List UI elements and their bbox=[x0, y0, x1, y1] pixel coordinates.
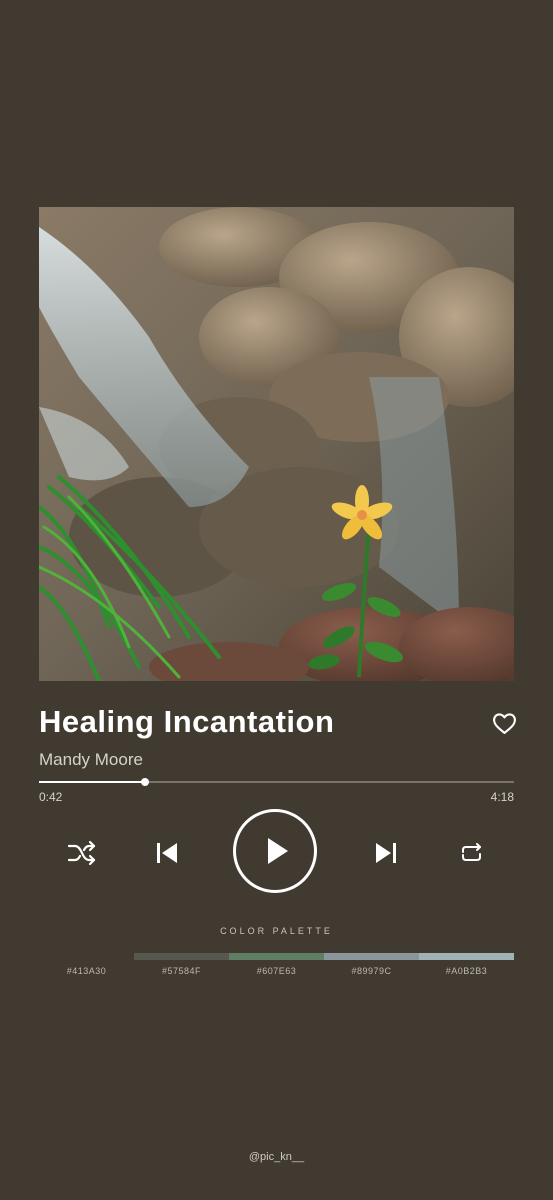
palette-hex-label: #413A30 bbox=[66, 966, 107, 976]
palette-hex-label: #57584F bbox=[161, 966, 202, 976]
palette-swatch bbox=[229, 953, 324, 960]
repeat-button[interactable] bbox=[458, 840, 484, 866]
shuffle-icon bbox=[67, 840, 96, 866]
play-button[interactable] bbox=[233, 809, 317, 893]
previous-button[interactable] bbox=[155, 841, 179, 865]
palette-hex-label: #A0B2B3 bbox=[445, 966, 488, 976]
artwork-image bbox=[39, 207, 514, 681]
progress-bar[interactable] bbox=[39, 776, 514, 788]
album-artwork bbox=[39, 207, 514, 681]
palette-swatch bbox=[134, 953, 229, 960]
shuffle-button[interactable] bbox=[67, 840, 97, 866]
palette-swatch bbox=[324, 953, 419, 960]
heart-icon[interactable] bbox=[492, 712, 517, 735]
repeat-icon bbox=[462, 843, 481, 861]
progress-knob[interactable] bbox=[141, 778, 150, 786]
skip-next-icon bbox=[376, 843, 396, 863]
track-title: Healing Incantation bbox=[39, 704, 335, 739]
palette-hex-label: #607E63 bbox=[256, 966, 297, 976]
track-artist: Mandy Moore bbox=[39, 750, 143, 769]
palette-title: COLOR PALETTE bbox=[220, 926, 333, 936]
palette-hex-label: #89979C bbox=[351, 966, 392, 976]
next-button[interactable] bbox=[374, 841, 398, 865]
credit-handle: @pic_kn__ bbox=[248, 1151, 305, 1163]
palette-swatch bbox=[39, 953, 134, 960]
play-icon bbox=[268, 838, 288, 864]
elapsed-time: 0:42 bbox=[39, 790, 63, 804]
palette-swatch bbox=[419, 953, 514, 960]
skip-previous-icon bbox=[157, 843, 177, 863]
progress-fill bbox=[39, 781, 146, 783]
total-time: 4:18 bbox=[490, 790, 514, 804]
